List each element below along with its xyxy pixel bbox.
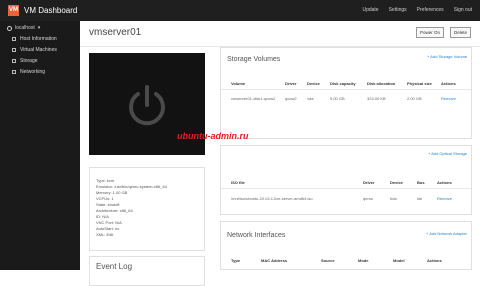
- detail-architecture: Architecture: x86_64: [96, 208, 133, 213]
- column-header: MAC Address: [261, 258, 288, 263]
- column-header: Device: [307, 81, 320, 86]
- detail-memory: Memory: 1.00 GB: [96, 190, 128, 195]
- cell-driver: qcow2: [285, 96, 297, 101]
- info-icon: [12, 37, 16, 41]
- storage-volumes-title: Storage Volumes: [227, 56, 281, 63]
- column-header: Actions: [437, 180, 452, 185]
- watermark: ubuntu-admin.ru: [177, 131, 249, 141]
- app-title[interactable]: VM Dashboard: [24, 5, 77, 16]
- column-header: Source: [321, 258, 335, 263]
- sidebar-item-label: Virtual Machines: [20, 47, 57, 53]
- sidebar-item-host-information[interactable]: Host Information: [12, 36, 57, 42]
- vm-details: Type: kvm Emulator: /usr/bin/qemu-system…: [89, 167, 205, 251]
- column-header: Driver: [363, 180, 375, 185]
- detail-type: Type: kvm: [96, 178, 115, 183]
- add-storage-volume-link[interactable]: + Add Storage Volume: [427, 54, 467, 59]
- network-interfaces-title: Network Interfaces: [227, 232, 286, 239]
- cell-device: hda: [390, 196, 397, 201]
- cell-device: vda: [307, 96, 314, 101]
- column-header: Volume: [231, 81, 246, 86]
- nav-update[interactable]: Update: [362, 7, 378, 13]
- column-header: Mode: [358, 258, 369, 263]
- sidebar-item-label: Networking: [20, 69, 46, 75]
- cell-allocation: 324.00 KB: [367, 96, 386, 101]
- sidebar: localhost ▾ Host Information Virtual Mac…: [0, 21, 80, 270]
- network-icon: [12, 70, 16, 74]
- detail-emulator: Emulator: /usr/bin/qemu-system-x86_64: [96, 184, 167, 189]
- monitor-icon: [12, 48, 16, 52]
- detail-id: ID: N/A: [96, 214, 109, 219]
- cell-bus: ide: [417, 196, 423, 201]
- host-selector[interactable]: localhost ▾: [7, 25, 40, 31]
- column-header: Actions: [427, 258, 442, 263]
- cell-driver: qemu: [363, 196, 374, 201]
- remove-volume-link[interactable]: Remove: [441, 96, 456, 101]
- column-header: Type: [231, 258, 241, 263]
- column-header: Driver: [285, 81, 297, 86]
- nav-preferences[interactable]: Preferences: [417, 7, 444, 13]
- detail-autostart: AutoStart: no: [96, 226, 120, 231]
- host-icon: [7, 25, 12, 31]
- table-divider: [221, 188, 471, 189]
- sidebar-item-label: Storage: [20, 58, 38, 64]
- main-content: vmserver01 Power On Delete Type: kvm Emu…: [80, 21, 480, 286]
- chevron-down-icon: ▾: [37, 25, 41, 31]
- column-header: Actions: [441, 81, 456, 86]
- detail-state: State: shutoff: [96, 202, 120, 207]
- storage-volumes-panel: Storage Volumes + Add Storage Volume Vol…: [220, 47, 472, 139]
- top-bar: VM VM Dashboard Update Settings Preferen…: [0, 0, 480, 21]
- page-title: vmserver01: [89, 27, 142, 38]
- event-log: Event Log: [89, 256, 205, 286]
- top-nav: Update Settings Preferences Sign out: [362, 7, 472, 13]
- optical-storage-panel: + Add Optical Storage ISO file Driver De…: [220, 145, 472, 215]
- column-header: Bus: [417, 180, 425, 185]
- column-header: Disk allocation: [367, 81, 396, 86]
- app-logo: VM: [8, 5, 19, 16]
- table-divider: [221, 89, 471, 90]
- column-header: Model: [393, 258, 405, 263]
- remove-optical-link[interactable]: Remove: [437, 196, 452, 201]
- add-network-adapter-link[interactable]: + Add Network Adapter: [426, 231, 467, 236]
- nav-sign-out[interactable]: Sign out: [454, 7, 472, 13]
- delete-button[interactable]: Delete: [449, 27, 471, 38]
- sidebar-item-label: Host Information: [20, 36, 57, 42]
- storage-icon: [12, 59, 16, 63]
- sidebar-item-networking[interactable]: Networking: [12, 69, 45, 75]
- detail-vcpus: VCPUs: 1: [96, 196, 114, 201]
- add-optical-storage-link[interactable]: + Add Optical Storage: [428, 151, 467, 156]
- detail-xml[interactable]: XML: Edit: [96, 232, 113, 237]
- power-on-button[interactable]: Power On: [415, 27, 444, 38]
- column-header: Disk capacity: [330, 81, 356, 86]
- cell-capacity: 5.00 GB: [330, 96, 345, 101]
- nav-settings[interactable]: Settings: [389, 7, 407, 13]
- cell-volume: vmserver01-disk1.qcow2: [231, 96, 276, 101]
- network-interfaces-panel: Network Interfaces + Add Network Adapter…: [220, 221, 472, 270]
- host-label: localhost: [15, 25, 35, 31]
- detail-vnc-port: VNC Port: N/A: [96, 220, 122, 225]
- cell-iso-file: /mnt/iso/ubuntu-20.04.1-live-server-amd6…: [231, 196, 313, 201]
- cell-physical-size: 2.00 GB: [407, 96, 422, 101]
- column-header: Physical size: [407, 81, 432, 86]
- sidebar-item-storage[interactable]: Storage: [12, 58, 38, 64]
- sidebar-item-virtual-machines[interactable]: Virtual Machines: [12, 47, 57, 53]
- column-header: Device: [390, 180, 403, 185]
- column-header: ISO file: [231, 180, 245, 185]
